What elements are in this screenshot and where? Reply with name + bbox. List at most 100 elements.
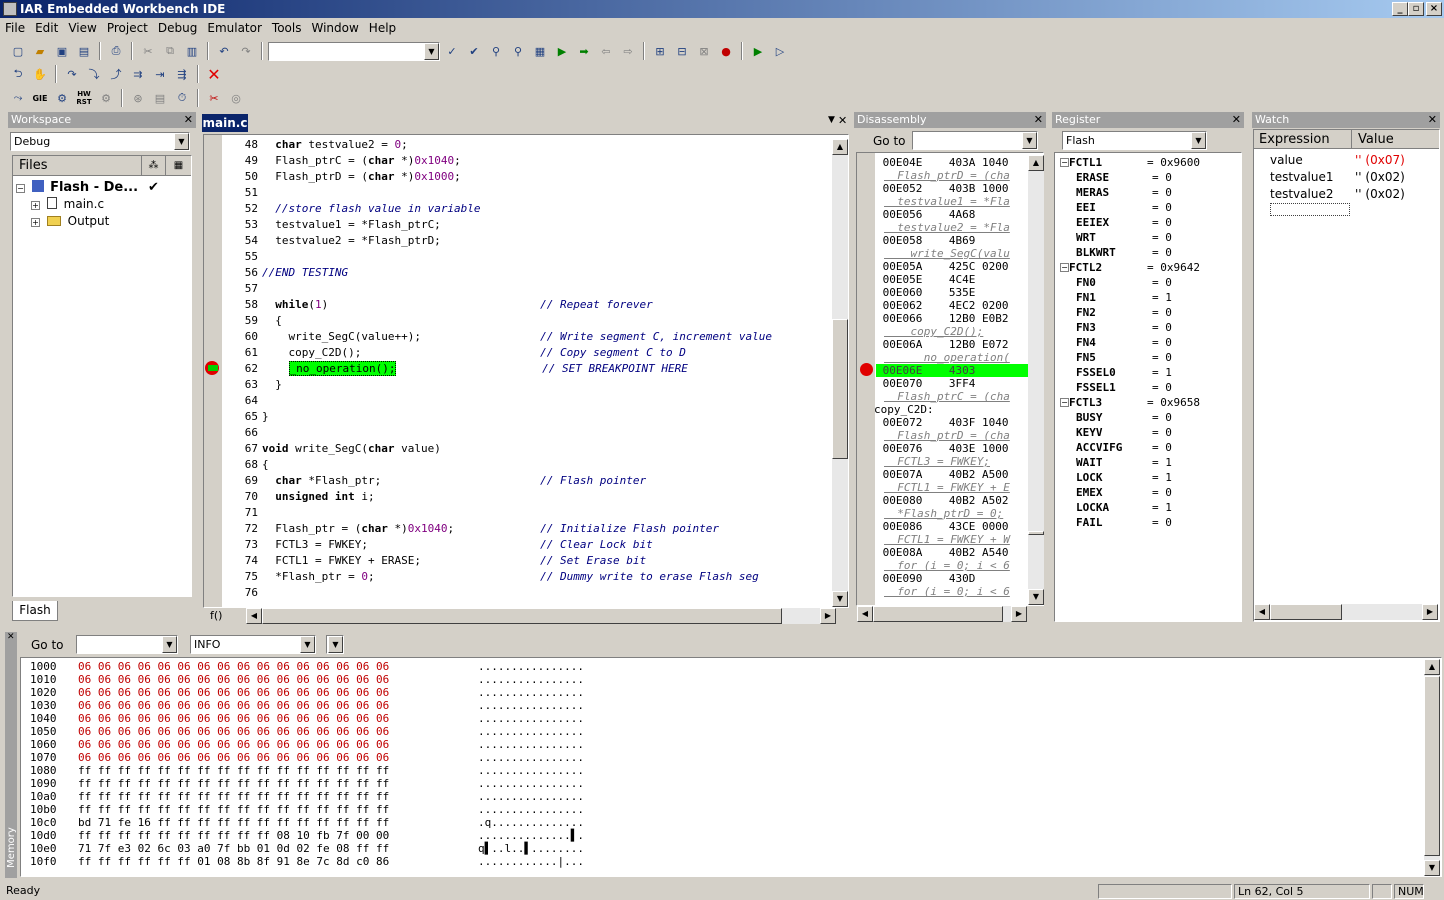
register-row[interactable]: −FCTL2 = 0x9642 bbox=[1060, 260, 1240, 275]
watch-expression[interactable]: testvalue1 bbox=[1270, 169, 1333, 185]
register-value[interactable]: = 0 bbox=[1152, 411, 1172, 424]
code-line[interactable]: unsigned int i; bbox=[262, 489, 832, 505]
register-value[interactable]: = 1 bbox=[1152, 456, 1172, 469]
register-value[interactable]: = 0 bbox=[1152, 441, 1172, 454]
disassembly-line[interactable]: 00E072 403F 1040 bbox=[876, 416, 1028, 429]
reset-icon[interactable]: ⮌ bbox=[8, 64, 28, 84]
disassembly-line[interactable]: for (i = 0; i < 6 bbox=[884, 585, 1036, 598]
disassembly-line[interactable]: FCTL1 = FWKEY + E bbox=[884, 481, 1036, 494]
memory-zone-select[interactable]: INFO ▼ bbox=[190, 635, 316, 654]
code-line[interactable]: { bbox=[262, 457, 832, 473]
close-icon[interactable]: ✕ bbox=[1232, 112, 1241, 128]
make-icon[interactable]: ⊟ bbox=[672, 41, 692, 61]
toggle-breakpoint-icon[interactable]: ● bbox=[716, 41, 736, 61]
disassembly-goto-input[interactable]: ▼ bbox=[912, 131, 1038, 150]
disassembly-line[interactable]: copy_C2D: bbox=[874, 403, 1026, 416]
register-row[interactable]: EEI = 0 bbox=[1060, 200, 1240, 215]
memory-hex[interactable]: 06 06 06 06 06 06 06 06 06 06 06 06 06 0… bbox=[78, 699, 389, 712]
memory-hex[interactable]: 06 06 06 06 06 06 06 06 06 06 06 06 06 0… bbox=[78, 725, 389, 738]
disassembly-line[interactable]: *Flash_ptrD = 0; bbox=[884, 507, 1036, 520]
disassembly-line[interactable]: 00E05A 425C 0200 bbox=[876, 260, 1028, 273]
register-row[interactable]: FAIL = 0 bbox=[1060, 515, 1240, 530]
memory-ascii[interactable]: ..............▌. bbox=[478, 829, 584, 842]
memory-ascii[interactable]: ................ bbox=[478, 777, 584, 790]
register-value[interactable]: = 0 bbox=[1152, 426, 1172, 439]
memory-hex[interactable]: 06 06 06 06 06 06 06 06 06 06 06 06 06 0… bbox=[78, 751, 389, 764]
memory-ascii[interactable]: ................ bbox=[478, 660, 584, 673]
code-line[interactable] bbox=[262, 185, 832, 201]
disassembly-hscrollbar[interactable]: ◀ ▶ bbox=[857, 606, 1027, 622]
code-line[interactable]: _no_operation(); // SET BREAKPOINT HERE bbox=[262, 361, 832, 377]
memory-ascii[interactable]: ................ bbox=[478, 803, 584, 816]
register-row[interactable]: FN0 = 0 bbox=[1060, 275, 1240, 290]
watch-new-entry[interactable] bbox=[1270, 203, 1350, 216]
maximize-button[interactable]: ▫ bbox=[1408, 2, 1424, 16]
register-row[interactable]: FN4 = 0 bbox=[1060, 335, 1240, 350]
register-row[interactable]: FN5 = 0 bbox=[1060, 350, 1240, 365]
disassembly-line[interactable]: 00E060 535E bbox=[876, 286, 1028, 299]
register-value[interactable]: = 1 bbox=[1152, 291, 1172, 304]
memory-hex[interactable]: 06 06 06 06 06 06 06 06 06 06 06 06 06 0… bbox=[78, 686, 389, 699]
register-value[interactable]: = 1 bbox=[1152, 501, 1172, 514]
disassembly-line[interactable]: Flash_ptrD = (cha bbox=[884, 429, 1036, 442]
code-line[interactable]: testvalue1 = *Flash_ptrC; bbox=[262, 217, 832, 233]
breakpoint-icon[interactable] bbox=[860, 363, 873, 376]
memory-hex[interactable]: 06 06 06 06 06 06 06 06 06 06 06 06 06 0… bbox=[78, 738, 389, 751]
watch-column-expression[interactable]: Expression bbox=[1254, 130, 1352, 149]
breakpoint-usage-icon[interactable]: ◎ bbox=[226, 88, 246, 108]
register-value[interactable]: = 0 bbox=[1152, 381, 1172, 394]
memory-goto-input[interactable]: ▼ bbox=[76, 635, 178, 654]
new-file-icon[interactable]: ▢ bbox=[8, 41, 28, 61]
copy-icon[interactable]: ⧉ bbox=[160, 41, 180, 61]
disassembly-line[interactable]: 00E08A 40B2 A540 bbox=[876, 546, 1028, 559]
code-line[interactable]: //END TESTING bbox=[262, 265, 832, 281]
cut-icon[interactable]: ✂ bbox=[138, 41, 158, 61]
workspace-config-select[interactable]: Debug ▼ bbox=[10, 132, 190, 151]
watch-value[interactable]: '' (0x02) bbox=[1355, 186, 1405, 202]
watch-hscrollbar[interactable]: ◀ ▶ bbox=[1254, 604, 1438, 620]
clock-control-icon[interactable]: ⊛ bbox=[128, 88, 148, 108]
code-line[interactable]: testvalue2 = *Flash_ptrD; bbox=[262, 233, 832, 249]
memory-ascii[interactable]: q▌..l..▌........ bbox=[478, 842, 584, 855]
register-row[interactable]: BUSY = 0 bbox=[1060, 410, 1240, 425]
disassembly-line[interactable]: no_operation( bbox=[884, 351, 1036, 364]
memory-options-button[interactable]: ▼ bbox=[326, 635, 344, 654]
close-icon[interactable]: ✕ bbox=[838, 114, 847, 127]
register-row[interactable]: KEYV = 0 bbox=[1060, 425, 1240, 440]
step-over-icon[interactable]: ↷ bbox=[62, 64, 82, 84]
watch-column-value[interactable]: Value bbox=[1352, 130, 1439, 149]
register-row[interactable]: FN2 = 0 bbox=[1060, 305, 1240, 320]
code-line[interactable]: while(1) // Repeat forever bbox=[262, 297, 832, 313]
replace-icon[interactable]: ⚲ bbox=[508, 41, 528, 61]
close-button[interactable]: × bbox=[1426, 2, 1442, 16]
step-out-icon[interactable]: ⤴ bbox=[106, 64, 126, 84]
register-row[interactable]: FN1 = 1 bbox=[1060, 290, 1240, 305]
register-row[interactable]: FSSEL1 = 0 bbox=[1060, 380, 1240, 395]
memory-vscrollbar[interactable]: ▲ ▼ bbox=[1424, 659, 1440, 876]
register-row[interactable]: −FCTL3 = 0x9658 bbox=[1060, 395, 1240, 410]
close-icon[interactable]: ✕ bbox=[1428, 112, 1437, 128]
debug-without-download-icon[interactable]: ▷ bbox=[770, 41, 790, 61]
menu-edit[interactable]: Edit bbox=[30, 18, 63, 38]
disassembly-line[interactable]: 00E058 4B69 bbox=[876, 234, 1028, 247]
menu-tools[interactable]: Tools bbox=[267, 18, 307, 38]
watch-value[interactable]: '' (0x02) bbox=[1355, 169, 1405, 185]
close-icon[interactable]: ✕ bbox=[1034, 112, 1043, 128]
register-value[interactable]: = 0 bbox=[1152, 486, 1172, 499]
save-all-icon[interactable]: ▤ bbox=[74, 41, 94, 61]
disassembly-line[interactable]: 00E086 43CE 0000 bbox=[876, 520, 1028, 533]
editor-hscrollbar[interactable]: ◀ ▶ bbox=[246, 608, 836, 624]
register-value[interactable]: = 0 bbox=[1152, 306, 1172, 319]
register-group-select[interactable]: Flash ▼ bbox=[1062, 131, 1207, 150]
register-row[interactable]: FN3 = 0 bbox=[1060, 320, 1240, 335]
disassembly-line[interactable]: testvalue1 = *Fla bbox=[884, 195, 1036, 208]
register-value[interactable]: = 1 bbox=[1152, 471, 1172, 484]
editor-vscrollbar[interactable]: ▲ ▼ bbox=[832, 139, 848, 607]
memory-hex[interactable]: ff ff ff ff ff ff ff ff ff ff ff ff ff f… bbox=[78, 764, 389, 777]
menu-debug[interactable]: Debug bbox=[153, 18, 202, 38]
memory-ascii[interactable]: ................ bbox=[478, 725, 584, 738]
code-line[interactable] bbox=[262, 425, 832, 441]
register-row[interactable]: ACCVIFG = 0 bbox=[1060, 440, 1240, 455]
register-value[interactable]: = 0x9658 bbox=[1147, 396, 1200, 409]
disassembly-line[interactable]: FCTL1 = FWKEY + W bbox=[884, 533, 1036, 546]
